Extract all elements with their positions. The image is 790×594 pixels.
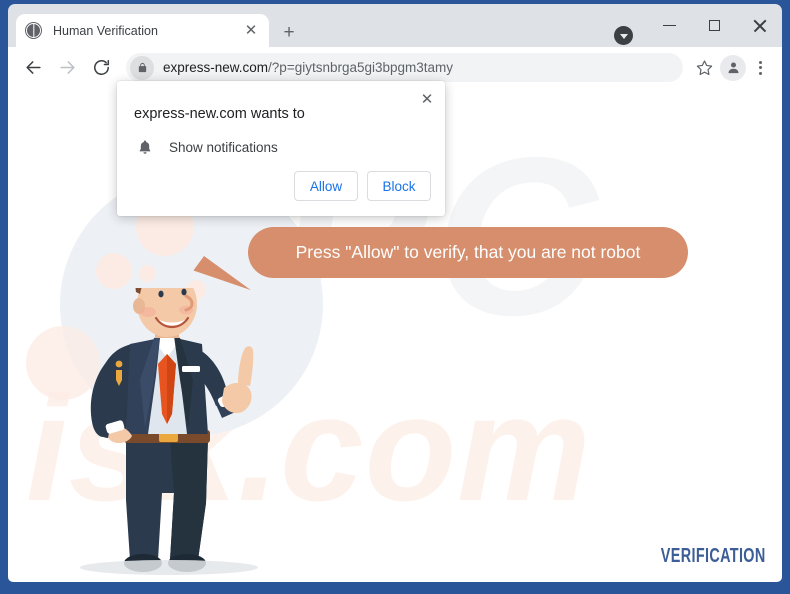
person-avatar-icon[interactable] — [720, 54, 746, 81]
tab-title: Human Verification — [53, 23, 158, 38]
notification-permission-dialog: ✕ express-new.com wants to Show notifica… — [117, 81, 445, 216]
verification-label: VERIFICATION — [661, 545, 766, 567]
plus-icon[interactable]: + — [278, 21, 300, 43]
forward-arrow-icon — [52, 53, 82, 83]
permission-label: Show notifications — [169, 139, 278, 155]
dialog-actions: Allow Block — [294, 171, 431, 201]
allow-button[interactable]: Allow — [294, 171, 358, 201]
download-chevron-icon[interactable] — [614, 26, 633, 45]
background-dot — [139, 265, 156, 282]
permission-row: Show notifications — [134, 136, 278, 158]
close-icon[interactable] — [737, 11, 782, 41]
url-path: /?p=giytsnbrga5gi3bpgm3tamy — [268, 60, 454, 75]
close-icon[interactable]: ✕ — [242, 22, 260, 40]
tab-strip: Human Verification ✕ + — [8, 4, 782, 47]
bell-icon — [134, 136, 156, 158]
close-icon[interactable]: ✕ — [415, 87, 439, 111]
speech-bubble-text: Press "Allow" to verify, that you are no… — [295, 242, 641, 262]
businessman-illustration — [66, 241, 286, 578]
browser-tab[interactable]: Human Verification ✕ — [16, 14, 269, 47]
globe-icon — [25, 22, 42, 39]
minimize-icon[interactable] — [647, 11, 692, 41]
window-controls — [647, 4, 782, 47]
url-host: express-new.com — [163, 60, 269, 75]
block-button[interactable]: Block — [367, 171, 431, 201]
maximize-icon[interactable] — [692, 11, 737, 41]
reload-icon[interactable] — [86, 53, 116, 83]
speech-bubble: Press "Allow" to verify, that you are no… — [248, 227, 688, 278]
businessman-svg — [90, 241, 254, 572]
dialog-title: express-new.com wants to — [134, 106, 305, 122]
background-dot — [96, 253, 132, 289]
address-bar[interactable]: express-new.com/?p=giytsnbrga5gi3bpgm3ta… — [126, 53, 683, 82]
browser-window: Human Verification ✕ + express-new.com/?… — [0, 0, 790, 594]
character-shadow — [80, 560, 258, 575]
lock-icon[interactable] — [130, 55, 154, 80]
three-dot-menu-icon[interactable] — [748, 54, 772, 82]
url-text: express-new.com/?p=giytsnbrga5gi3bpgm3ta… — [163, 60, 453, 75]
back-arrow-icon[interactable] — [18, 53, 48, 83]
star-icon[interactable] — [690, 54, 718, 82]
